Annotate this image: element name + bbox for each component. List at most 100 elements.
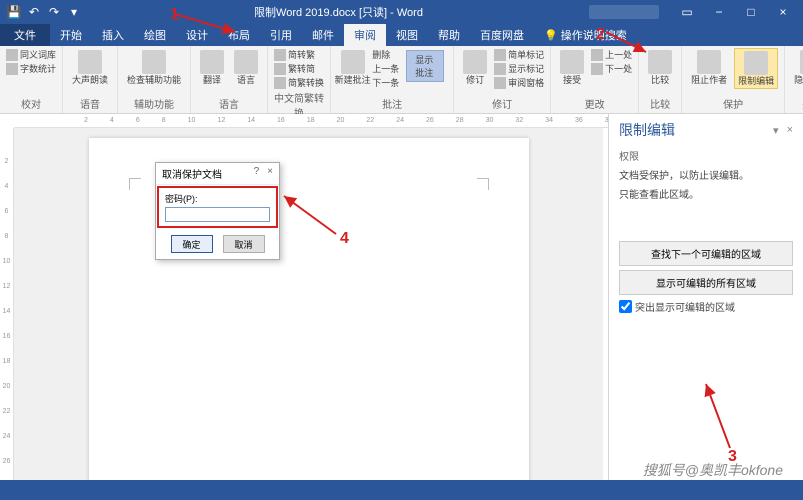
group-speech: 大声朗读 语音 bbox=[63, 46, 118, 113]
convert-button[interactable]: 简繁转换 bbox=[274, 76, 324, 89]
simp-to-trad-button[interactable]: 简转繁 bbox=[274, 48, 324, 61]
redo-icon[interactable]: ↷ bbox=[46, 4, 62, 20]
tab-review[interactable]: 审阅 bbox=[344, 24, 386, 46]
block-authors-icon bbox=[697, 50, 721, 74]
prev-comment-button[interactable]: 上一条 bbox=[372, 62, 399, 75]
tab-mailings[interactable]: 邮件 bbox=[302, 24, 344, 46]
markup-icon bbox=[494, 49, 506, 61]
language-button[interactable]: 语言 bbox=[231, 48, 261, 87]
dialog-close-icon[interactable]: × bbox=[267, 166, 273, 181]
user-badge[interactable] bbox=[589, 5, 659, 19]
maximize-icon[interactable]: □ bbox=[737, 5, 765, 19]
tab-help[interactable]: 帮助 bbox=[428, 24, 470, 46]
prev-change-icon bbox=[591, 49, 603, 61]
save-icon[interactable]: 💾 bbox=[6, 4, 22, 20]
check-accessibility-button[interactable]: 检查辅助功能 bbox=[124, 48, 184, 87]
tab-draw[interactable]: 绘图 bbox=[134, 24, 176, 46]
next-change-button[interactable]: 下一处 bbox=[591, 62, 632, 75]
close-icon[interactable]: × bbox=[769, 5, 797, 19]
translate-icon bbox=[200, 50, 224, 74]
crop-mark bbox=[129, 178, 141, 190]
title-bar: 💾 ↶ ↷ ▾ 限制Word 2019.docx [只读] - Word ▭ −… bbox=[0, 0, 803, 24]
new-comment-icon bbox=[341, 50, 365, 74]
tab-insert[interactable]: 插入 bbox=[92, 24, 134, 46]
language-icon bbox=[234, 50, 258, 74]
ribbon-tabs: 文件 开始 插入 绘图 设计 布局 引用 邮件 审阅 视图 帮助 百度网盘 💡 … bbox=[0, 24, 803, 46]
block-authors-button[interactable]: 阻止作者 bbox=[688, 48, 730, 87]
delete-comment-button[interactable]: 删除 bbox=[372, 48, 399, 61]
dialog-body: 密码(P): bbox=[157, 186, 278, 228]
minimize-icon[interactable]: − bbox=[705, 5, 733, 19]
track-changes-icon bbox=[463, 50, 487, 74]
status-bar[interactable] bbox=[0, 480, 803, 500]
accept-button[interactable]: 接受 bbox=[557, 48, 587, 87]
word-count-button[interactable]: 字数统计 bbox=[6, 62, 56, 75]
restrict-editing-icon bbox=[744, 51, 768, 75]
thesaurus-button[interactable]: 同义词库 bbox=[6, 48, 56, 61]
next-change-icon bbox=[591, 63, 603, 75]
password-label: 密码(P): bbox=[165, 192, 270, 205]
trad-to-simp-button[interactable]: 繁转简 bbox=[274, 62, 324, 75]
pane-close-icon[interactable]: × bbox=[787, 124, 793, 137]
convert-icon bbox=[274, 77, 286, 89]
read-aloud-button[interactable]: 大声朗读 bbox=[69, 48, 111, 87]
next-comment-button[interactable]: 下一条 bbox=[372, 76, 399, 89]
group-accessibility: 检查辅助功能 辅助功能 bbox=[118, 46, 191, 113]
group-tracking: 修订 简单标记 显示标记 审阅窗格 修订 bbox=[454, 46, 551, 113]
dialog-title: 取消保护文档 bbox=[162, 166, 222, 181]
unprotect-document-dialog: 取消保护文档 ? × 密码(P): 确定 取消 bbox=[155, 162, 280, 260]
permissions-header: 权限 bbox=[619, 148, 793, 163]
group-protect: 阻止作者 限制编辑 保护 bbox=[682, 46, 785, 113]
find-next-region-button[interactable]: 查找下一个可编辑的区域 bbox=[619, 241, 793, 266]
group-chinese-conversion: 简转繁 繁转简 简繁转换 中文简繁转换 bbox=[268, 46, 331, 113]
show-comments-button[interactable]: 显示批注 bbox=[403, 48, 447, 84]
word-count-icon bbox=[6, 63, 18, 75]
reviewing-pane-button[interactable]: 审阅窗格 bbox=[494, 76, 544, 89]
hide-ink-button[interactable]: 隐藏墨迹 bbox=[791, 48, 803, 87]
compare-icon bbox=[648, 50, 672, 74]
ribbon: 同义词库 字数统计 校对 大声朗读 语音 检查辅助功能 辅助功能 翻译 语言 语… bbox=[0, 46, 803, 114]
cancel-button[interactable]: 取消 bbox=[223, 235, 265, 253]
window-title: 限制Word 2019.docx [只读] - Word bbox=[88, 4, 589, 20]
group-ink: 隐藏墨迹 墨迹 bbox=[785, 46, 803, 113]
qat-more-icon[interactable]: ▾ bbox=[66, 4, 82, 20]
tab-home[interactable]: 开始 bbox=[50, 24, 92, 46]
tab-design[interactable]: 设计 bbox=[176, 24, 218, 46]
show-markup-button[interactable]: 显示标记 bbox=[494, 62, 544, 75]
group-changes: 接受 上一处 下一处 更改 bbox=[551, 46, 639, 113]
watermark: 搜狐号@奥凯丰okfone bbox=[643, 460, 783, 480]
group-proofing: 同义词库 字数统计 校对 bbox=[0, 46, 63, 113]
tab-file[interactable]: 文件 bbox=[0, 24, 50, 46]
tab-baidu[interactable]: 百度网盘 bbox=[470, 24, 534, 46]
tab-view[interactable]: 视图 bbox=[386, 24, 428, 46]
restrict-editing-button[interactable]: 限制编辑 bbox=[734, 48, 778, 89]
dialog-help-icon[interactable]: ? bbox=[254, 166, 260, 181]
pane-dropdown-icon[interactable]: ▾ bbox=[773, 124, 779, 137]
tab-references[interactable]: 引用 bbox=[260, 24, 302, 46]
accept-icon bbox=[560, 50, 584, 74]
markup-dropdown[interactable]: 简单标记 bbox=[494, 48, 544, 61]
tab-layout[interactable]: 布局 bbox=[218, 24, 260, 46]
accessibility-icon bbox=[142, 50, 166, 74]
group-compare: 比较 比较 bbox=[639, 46, 682, 113]
undo-icon[interactable]: ↶ bbox=[26, 4, 42, 20]
compare-button[interactable]: 比较 bbox=[645, 48, 675, 87]
highlight-regions-checkbox[interactable]: 突出显示可编辑的区域 bbox=[619, 299, 793, 314]
read-aloud-icon bbox=[78, 50, 102, 74]
track-changes-button[interactable]: 修订 bbox=[460, 48, 490, 87]
new-comment-button[interactable]: 新建批注 bbox=[337, 48, 368, 87]
show-all-regions-button[interactable]: 显示可编辑的所有区域 bbox=[619, 270, 793, 295]
document-area[interactable] bbox=[14, 128, 603, 480]
crop-mark bbox=[477, 178, 489, 190]
vertical-ruler[interactable]: 2468101214161820222426 bbox=[0, 128, 14, 480]
translate-button[interactable]: 翻译 bbox=[197, 48, 227, 87]
tell-me[interactable]: 💡 操作说明搜索 bbox=[534, 24, 637, 46]
ribbon-options-icon[interactable]: ▭ bbox=[673, 5, 701, 19]
window-controls: ▭ − □ × bbox=[667, 5, 803, 19]
password-input[interactable] bbox=[165, 207, 270, 222]
ok-button[interactable]: 确定 bbox=[171, 235, 213, 253]
protection-message-1: 文档受保护，以防止误编辑。 bbox=[619, 167, 793, 182]
group-language: 翻译 语言 语言 bbox=[191, 46, 268, 113]
quick-access-toolbar: 💾 ↶ ↷ ▾ bbox=[0, 4, 88, 20]
prev-change-button[interactable]: 上一处 bbox=[591, 48, 632, 61]
